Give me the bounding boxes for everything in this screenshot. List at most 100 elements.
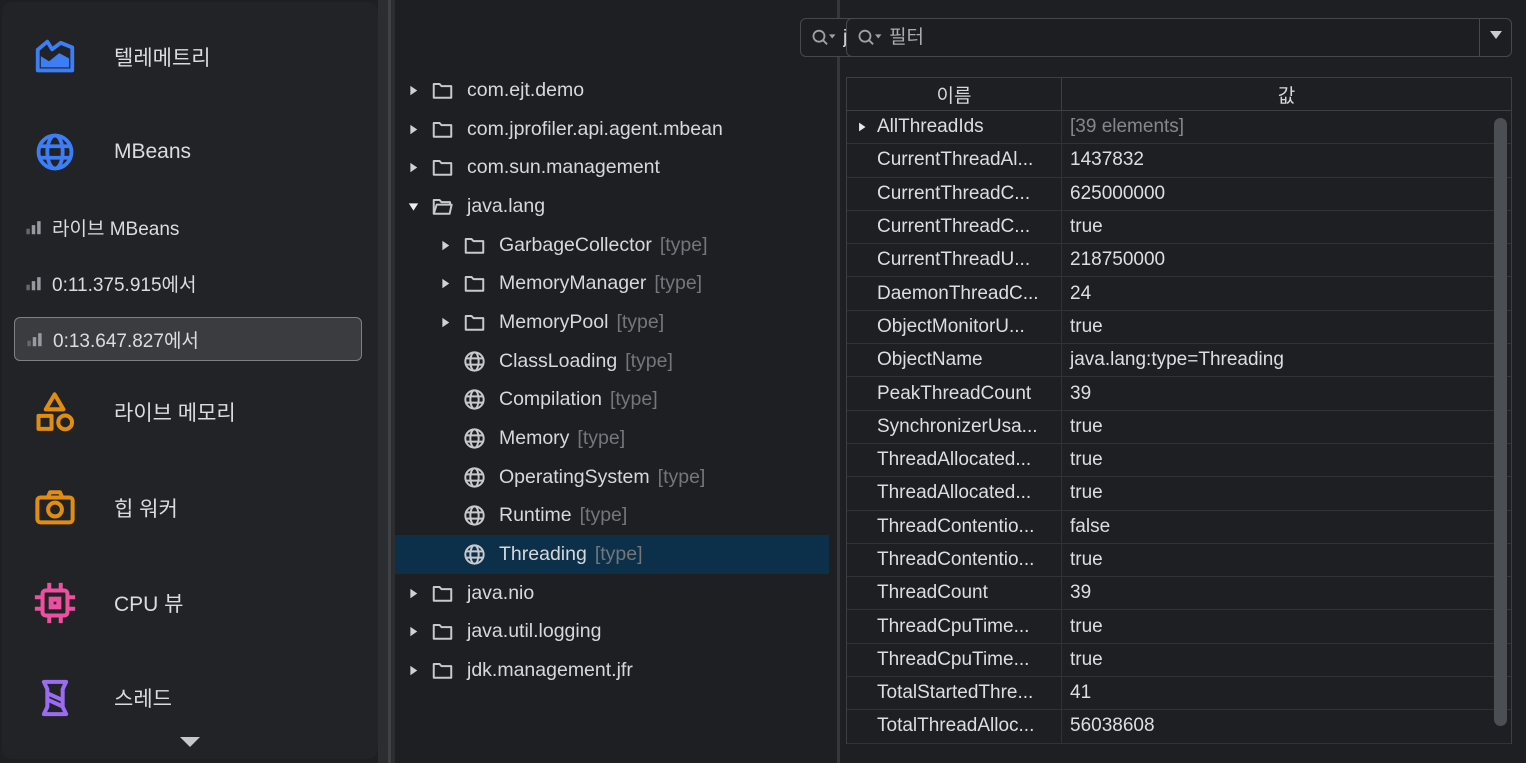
attribute-value-cell[interactable]: 39	[1062, 577, 1511, 609]
attribute-name-cell[interactable]: ThreadCpuTime...	[847, 610, 1062, 642]
attribute-name-cell[interactable]: PeakThreadCount	[847, 377, 1062, 409]
attribute-value-cell[interactable]: true	[1062, 544, 1511, 576]
attribute-name-cell[interactable]: ObjectMonitorU...	[847, 311, 1062, 343]
attribute-name-cell[interactable]: AllThreadIds	[847, 111, 1062, 143]
tree-node-MemoryManager[interactable]: MemoryManager [type]	[395, 264, 829, 303]
table-row[interactable]: ThreadContentio... true	[847, 544, 1511, 577]
tree-collapsed-icon[interactable]	[406, 122, 421, 137]
attribute-value-cell[interactable]: 1437832	[1062, 144, 1511, 176]
attribute-name-cell[interactable]: CurrentThreadC...	[847, 178, 1062, 210]
tree-collapsed-icon[interactable]	[406, 83, 421, 98]
sidebar-item-mbeans-snapshot-1[interactable]: 0:11.375.915에서	[2, 261, 378, 305]
attribute-value-cell[interactable]: true	[1062, 477, 1511, 509]
table-row[interactable]: ObjectMonitorU... true	[847, 311, 1511, 344]
attribute-name-cell[interactable]: ObjectName	[847, 344, 1062, 376]
tree-collapsed-icon[interactable]	[406, 586, 421, 601]
attribute-value-cell[interactable]: true	[1062, 211, 1511, 243]
attribute-value-cell[interactable]: 56038608	[1062, 710, 1511, 742]
table-row[interactable]: ObjectName java.lang:type=Threading	[847, 344, 1511, 377]
sidebar-item-mbeans-snapshot-2[interactable]: 0:13.647.827에서	[14, 317, 362, 361]
tree-collapsed-icon[interactable]	[406, 663, 421, 678]
attribute-name-cell[interactable]: ThreadContentio...	[847, 511, 1062, 543]
attribute-name-cell[interactable]: ThreadCpuTime...	[847, 644, 1062, 676]
table-row[interactable]: PeakThreadCount 39	[847, 377, 1511, 410]
table-row[interactable]: ThreadAllocated... true	[847, 477, 1511, 510]
tree-collapsed-icon[interactable]	[438, 315, 453, 330]
tree-node-com.sun.management[interactable]: com.sun.management	[395, 148, 829, 187]
table-row[interactable]: CurrentThreadC... true	[847, 211, 1511, 244]
attribute-value-cell[interactable]: false	[1062, 511, 1511, 543]
tree-node-MemoryPool[interactable]: MemoryPool [type]	[395, 303, 829, 342]
table-row[interactable]: CurrentThreadU... 218750000	[847, 244, 1511, 277]
table-row[interactable]: ThreadAllocated... true	[847, 444, 1511, 477]
tree-expanded-icon[interactable]	[406, 199, 421, 214]
table-row[interactable]: TotalThreadAlloc... 56038608	[847, 710, 1511, 743]
table-row[interactable]: TotalStartedThre... 41	[847, 677, 1511, 710]
table-row[interactable]: ThreadCpuTime... true	[847, 610, 1511, 643]
attribute-value-cell[interactable]: 39	[1062, 377, 1511, 409]
table-row[interactable]: ThreadContentio... false	[847, 511, 1511, 544]
attribute-name-cell[interactable]: DaemonThreadC...	[847, 277, 1062, 309]
attribute-name-cell[interactable]: CurrentThreadC...	[847, 211, 1062, 243]
tree-node-Compilation[interactable]: Compilation [type]	[395, 381, 829, 420]
tree-node-jdk.management.jfr[interactable]: jdk.management.jfr	[395, 651, 829, 690]
search-icon[interactable]	[855, 27, 885, 49]
attribute-name-cell[interactable]: CurrentThreadU...	[847, 244, 1062, 276]
attribute-value-cell[interactable]: true	[1062, 311, 1511, 343]
attribute-name-cell[interactable]: ThreadContentio...	[847, 544, 1062, 576]
column-header-name[interactable]: 이름	[847, 78, 1062, 110]
tree-node-com.jprofiler.api.agent.mbean[interactable]: com.jprofiler.api.agent.mbean	[395, 110, 829, 149]
sidebar-item-mbeans[interactable]: MBeans	[2, 118, 378, 186]
sidebar-tree-divider[interactable]	[388, 0, 391, 763]
attribute-value-cell[interactable]: true	[1062, 411, 1511, 443]
tree-node-Runtime[interactable]: Runtime [type]	[395, 497, 829, 536]
sidebar-item-telemetry[interactable]: 텔레메트리	[2, 23, 378, 91]
attribute-name-cell[interactable]: ThreadAllocated...	[847, 477, 1062, 509]
tree-node-Memory[interactable]: Memory [type]	[395, 419, 829, 458]
table-row[interactable]: SynchronizerUsa... true	[847, 411, 1511, 444]
table-row[interactable]: AllThreadIds [39 elements]	[847, 111, 1511, 144]
attribute-name-cell[interactable]: ThreadAllocated...	[847, 444, 1062, 476]
tree-node-GarbageCollector[interactable]: GarbageCollector [type]	[395, 226, 829, 265]
attribute-name-cell[interactable]: SynchronizerUsa...	[847, 411, 1062, 443]
table-row[interactable]: CurrentThreadC... 625000000	[847, 178, 1511, 211]
tree-node-java.lang[interactable]: java.lang	[395, 187, 829, 226]
attribute-value-cell[interactable]: [39 elements]	[1062, 111, 1511, 143]
tree-collapsed-icon[interactable]	[438, 276, 453, 291]
attribute-value-cell[interactable]: java.lang:type=Threading	[1062, 344, 1511, 376]
sidebar-item-live-mbeans[interactable]: 라이브 MBeans	[2, 205, 378, 249]
filter-options-dropdown[interactable]	[1479, 19, 1511, 56]
attribute-name-cell[interactable]: ThreadCount	[847, 577, 1062, 609]
tree-node-ClassLoading[interactable]: ClassLoading [type]	[395, 342, 829, 381]
attribute-value-cell[interactable]: 41	[1062, 677, 1511, 709]
sidebar-item-cpu-views[interactable]: CPU 뷰	[2, 569, 378, 637]
attribute-value-cell[interactable]: true	[1062, 644, 1511, 676]
expand-arrow-icon[interactable]	[855, 120, 869, 134]
tree-collapsed-icon[interactable]	[406, 160, 421, 175]
tree-node-Threading[interactable]: Threading [type]	[395, 535, 829, 574]
attribute-value-cell[interactable]: 625000000	[1062, 178, 1511, 210]
table-row[interactable]: ThreadCount 39	[847, 577, 1511, 610]
tree-collapsed-icon[interactable]	[438, 238, 453, 253]
tree-node-com.ejt.demo[interactable]: com.ejt.demo	[395, 71, 829, 110]
search-icon[interactable]	[809, 27, 839, 49]
attribute-name-cell[interactable]: CurrentThreadAl...	[847, 144, 1062, 176]
column-header-value[interactable]: 값	[1062, 78, 1511, 110]
tree-collapsed-icon[interactable]	[406, 624, 421, 639]
attribute-value-cell[interactable]: 24	[1062, 277, 1511, 309]
attribute-name-cell[interactable]: TotalThreadAlloc...	[847, 710, 1062, 742]
table-row[interactable]: CurrentThreadAl... 1437832	[847, 144, 1511, 177]
sidebar-item-live-memory[interactable]: 라이브 메모리	[2, 378, 378, 446]
tree-node-OperatingSystem[interactable]: OperatingSystem [type]	[395, 458, 829, 497]
sidebar-scroll-more[interactable]	[167, 735, 213, 753]
sidebar-item-heap-walker[interactable]: 힙 워커	[2, 474, 378, 542]
table-scrollbar-thumb[interactable]	[1494, 118, 1507, 726]
attribute-value-cell[interactable]: 218750000	[1062, 244, 1511, 276]
attribute-value-cell[interactable]: true	[1062, 444, 1511, 476]
table-row[interactable]: DaemonThreadC... 24	[847, 277, 1511, 310]
table-row[interactable]: ThreadCpuTime... true	[847, 644, 1511, 677]
attribute-value-cell[interactable]: true	[1062, 610, 1511, 642]
tree-node-java.util.logging[interactable]: java.util.logging	[395, 613, 829, 652]
sidebar-item-threads[interactable]: 스레드	[2, 664, 378, 732]
attribute-name-cell[interactable]: TotalStartedThre...	[847, 677, 1062, 709]
